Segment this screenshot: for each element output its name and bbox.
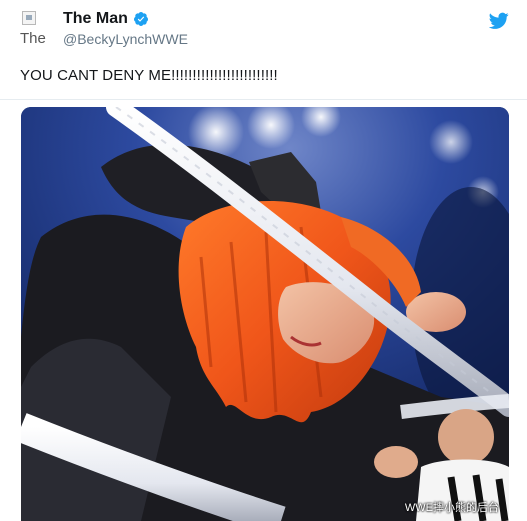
photo-illustration — [21, 107, 509, 521]
tweet-text: YOU CANT DENY ME!!!!!!!!!!!!!!!!!!!!!!!!… — [20, 67, 278, 84]
watermark-text: WWE摔小熊的后台 — [404, 502, 499, 514]
user-handle[interactable]: @BeckyLynchWWE — [63, 31, 188, 47]
twitter-bird-icon[interactable] — [489, 12, 509, 30]
tweet-photo[interactable]: WWE摔小熊的后台 — [21, 107, 509, 521]
broken-image-icon — [22, 11, 36, 25]
tweet-header: The The Man @BeckyLynchWWE — [0, 0, 527, 56]
author-row: The Man — [63, 10, 149, 28]
divider — [0, 99, 527, 100]
avatar[interactable]: The — [20, 11, 54, 47]
avatar-alt-text: The — [20, 30, 46, 47]
display-name[interactable]: The Man — [63, 10, 128, 28]
verified-badge-icon — [133, 12, 148, 26]
